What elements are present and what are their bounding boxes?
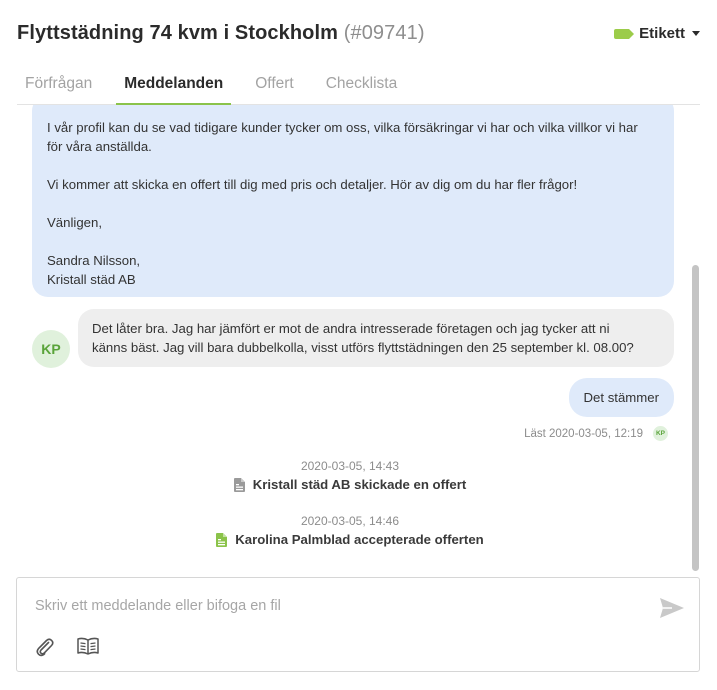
label-dropdown-text: Etikett — [639, 25, 685, 42]
read-receipt: Läst 2020-03-05, 12:19 KP — [524, 426, 668, 441]
message-line: Sandra Nilsson, — [47, 253, 141, 268]
label-dropdown-button[interactable]: Etikett — [614, 25, 700, 42]
message-input[interactable] — [35, 598, 635, 614]
message-line: känns bäst. Jag vill bara dubbelkolla, v… — [92, 340, 634, 355]
message-line: Det låter bra. Jag har jämfört er mot de… — [92, 321, 610, 336]
page-header: Flyttstädning 74 kvm i Stockholm (#09741… — [17, 22, 700, 50]
send-icon[interactable] — [659, 597, 685, 619]
message-composer — [16, 577, 700, 672]
reply-message-bubble: Det stämmer — [568, 378, 674, 417]
tab-forfragan[interactable]: Förfrågan — [17, 64, 100, 105]
client-avatar: KP — [32, 330, 70, 368]
event-text: Kristall städ AB skickade en offert — [252, 477, 467, 492]
document-accepted-icon — [216, 532, 228, 547]
request-title: Flyttstädning 74 kvm i Stockholm — [17, 22, 339, 44]
chevron-down-icon — [692, 31, 700, 36]
read-receipt-avatar: KP — [653, 426, 668, 441]
message-line: Vänligen, — [47, 215, 102, 230]
template-book-icon[interactable] — [77, 636, 99, 656]
event-offer-accepted: 2020-03-05, 14:46 Karolina Palmblad acce… — [17, 514, 683, 547]
tab-meddelanden[interactable]: Meddelanden — [116, 64, 232, 105]
message-thread[interactable]: I vår profil kan du se vad tidigare kund… — [17, 105, 700, 571]
event-time: 2020-03-05, 14:46 — [300, 514, 400, 528]
tab-bar: Förfrågan Meddelanden Offert Checklista — [17, 64, 700, 105]
tag-icon — [614, 28, 635, 39]
message-line: för våra anställda. — [47, 139, 152, 154]
agent-message-bubble: I vår profil kan du se vad tidigare kund… — [32, 105, 674, 297]
tab-checklista[interactable]: Checklista — [318, 64, 406, 105]
scrollbar[interactable] — [692, 265, 699, 571]
message-line: I vår profil kan du se vad tidigare kund… — [47, 120, 638, 135]
paperclip-icon[interactable] — [35, 637, 55, 657]
page-title: Flyttstädning 74 kvm i Stockholm (#09741… — [17, 22, 700, 45]
tab-offert[interactable]: Offert — [247, 64, 301, 105]
event-text: Karolina Palmblad accepterade offerten — [235, 532, 484, 547]
request-reference: (#09741) — [343, 22, 425, 44]
event-offer-sent: 2020-03-05, 14:43 Kristall städ AB skick… — [17, 459, 683, 492]
document-icon — [233, 477, 245, 492]
client-message-bubble: Det låter bra. Jag har jämfört er mot de… — [78, 309, 674, 367]
event-time: 2020-03-05, 14:43 — [300, 459, 400, 473]
message-line: Vi kommer att skicka en offert till dig … — [47, 177, 578, 192]
read-receipt-text: Läst 2020-03-05, 12:19 — [524, 427, 643, 440]
message-line: Kristall städ AB — [47, 272, 136, 287]
